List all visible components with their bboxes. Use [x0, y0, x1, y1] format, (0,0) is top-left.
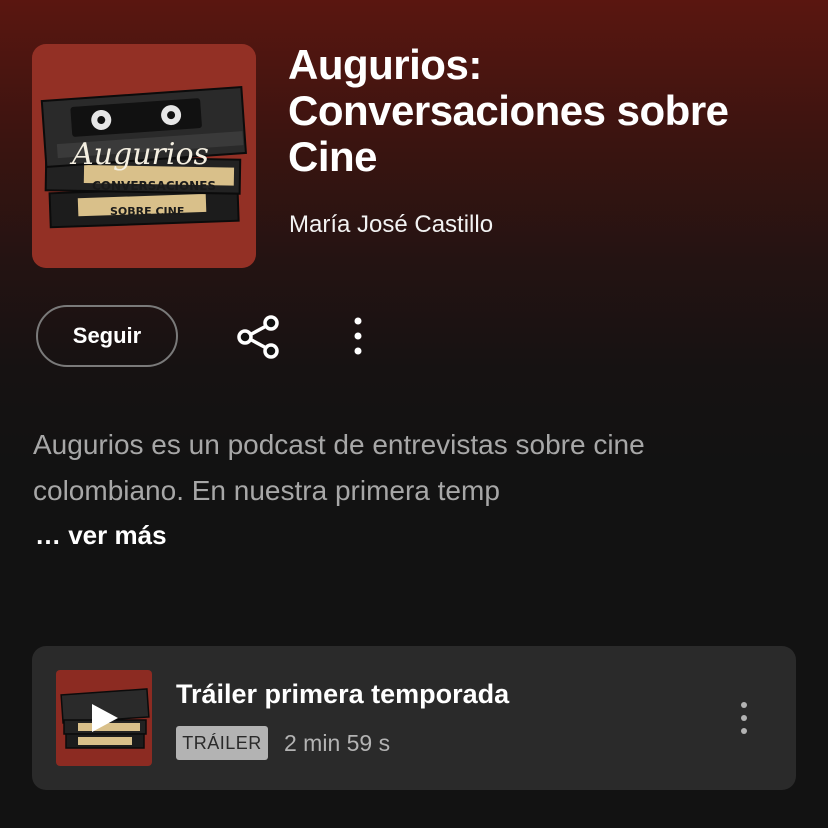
vhs-tapes-illustration: Augurios CONVERSACIONES SOBRE CINE [32, 44, 256, 268]
cover-art-subtitle-2: SOBRE CINE [110, 205, 184, 218]
podcast-title: Augurios: Conversaciones sobre Cine [288, 41, 729, 180]
cover-art-script: Augurios [69, 137, 209, 172]
episode-title[interactable]: Tráiler primera temporada [176, 679, 509, 710]
see-more-link[interactable]: … ver más [35, 520, 167, 551]
podcast-page: Augurios CONVERSACIONES SOBRE CINE Augur… [0, 0, 828, 828]
podcast-description: Augurios es un podcast de entrevistas so… [33, 429, 645, 506]
episode-trailer-badge: TRÁILER [176, 726, 268, 760]
episode-more-options-icon[interactable] [732, 698, 756, 738]
episode-thumbnail[interactable] [56, 670, 152, 766]
cover-art-subtitle: CONVERSACIONES [92, 179, 216, 193]
more-options-icon[interactable] [344, 312, 372, 360]
podcast-author[interactable]: María José Castillo [289, 211, 493, 239]
follow-button[interactable]: Seguir [36, 305, 178, 367]
episode-duration: 2 min 59 s [284, 730, 391, 756]
podcast-cover-art: Augurios CONVERSACIONES SOBRE CINE [32, 44, 256, 268]
share-icon[interactable] [234, 314, 282, 360]
episode-card[interactable]: Tráiler primera temporada TRÁILER 2 min … [32, 646, 796, 790]
